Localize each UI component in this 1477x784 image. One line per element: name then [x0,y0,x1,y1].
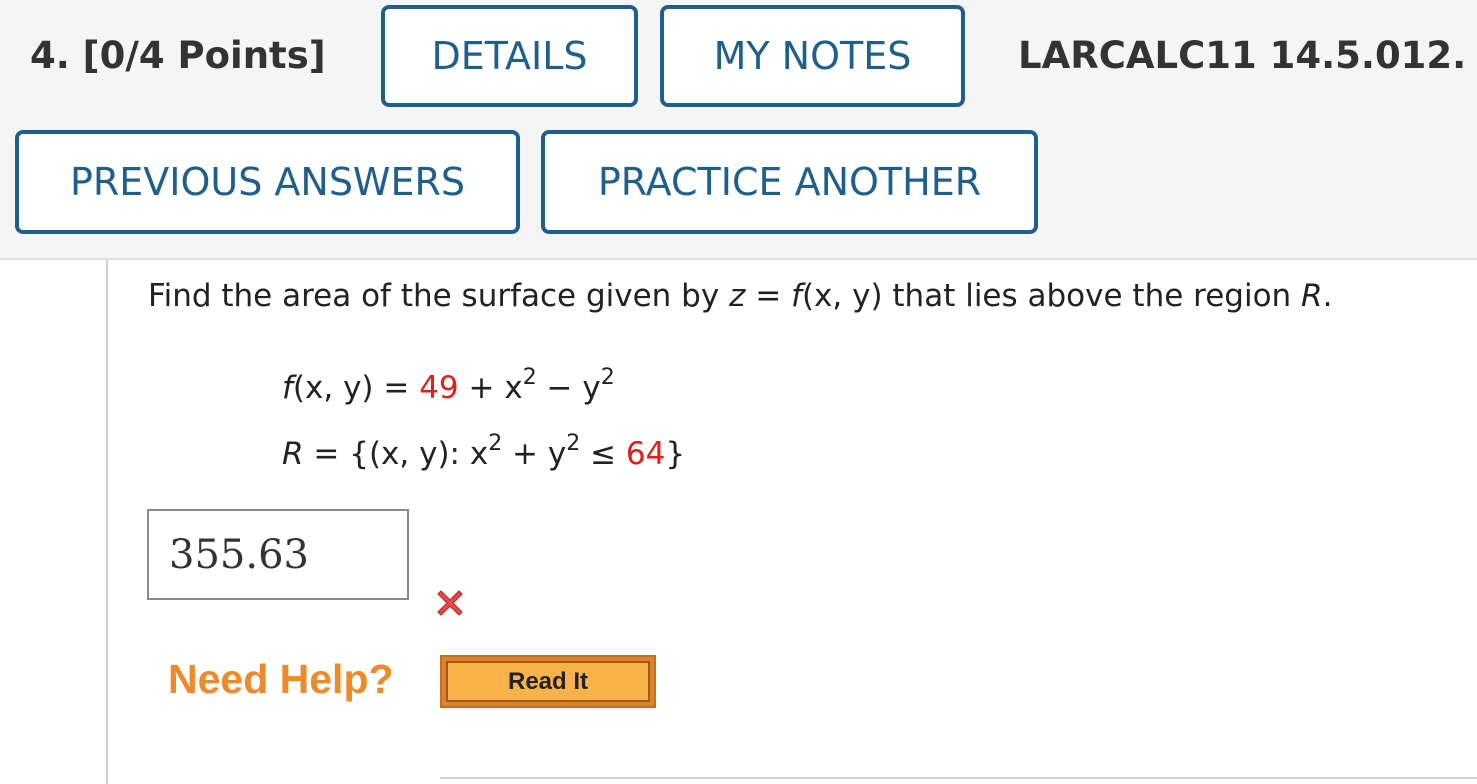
function-exponent-x: 2 [522,365,537,390]
left-divider [106,260,108,784]
region-close: } [665,436,686,472]
function-exponent-y: 2 [600,365,615,390]
question-points-label: 4. [0/4 Points] [30,34,326,77]
function-lhs: (x, y) = [292,370,420,406]
region-definition: R = {(x, y): x2 + y2 ≤ 64} [282,433,686,473]
region-exponent-y: 2 [566,431,581,456]
read-it-button[interactable]: Read It [440,655,656,708]
incorrect-x-icon [437,590,463,616]
details-button[interactable]: DETAILS [381,5,638,107]
region-exponent-x: 2 [488,431,503,456]
prompt-R: R [1301,278,1323,314]
need-help-label: Need Help? [168,656,394,702]
region-name: R [282,436,304,472]
question-header: 4. [0/4 Points] DETAILS MY NOTES LARCALC… [0,0,1477,260]
function-definition: f(x, y) = 49 + x2 − y2 [282,367,615,407]
problem-prompt: Find the area of the surface given by z … [148,278,1332,314]
prompt-f: f [791,278,802,314]
prompt-text-mid: that lies above the region [882,278,1302,314]
my-notes-button[interactable]: MY NOTES [660,5,965,107]
region-plus-y: + y [502,436,567,472]
region-bound: 64 [625,436,666,472]
prompt-args: (x, y) [801,278,883,314]
problem-code: LARCALC11 14.5.012. [1018,34,1467,77]
prompt-z: z [729,278,746,314]
previous-answers-button[interactable]: PREVIOUS ANSWERS [15,130,520,234]
function-name: f [282,370,293,406]
prompt-text-end: . [1322,278,1333,314]
read-it-label: Read It [446,661,650,702]
region-leq: ≤ [580,436,626,472]
practice-another-button[interactable]: PRACTICE ANOTHER [541,130,1038,234]
function-constant: 49 [419,370,459,406]
region-lhs: = {(x, y): x [303,436,489,472]
prompt-equals: = [745,278,792,314]
prompt-text-start: Find the area of the surface given by [148,278,730,314]
function-minus-y: − y [536,370,601,406]
bottom-divider [440,777,1477,779]
answer-input[interactable]: 355.63 [147,509,409,600]
function-plus-x: + x [458,370,523,406]
